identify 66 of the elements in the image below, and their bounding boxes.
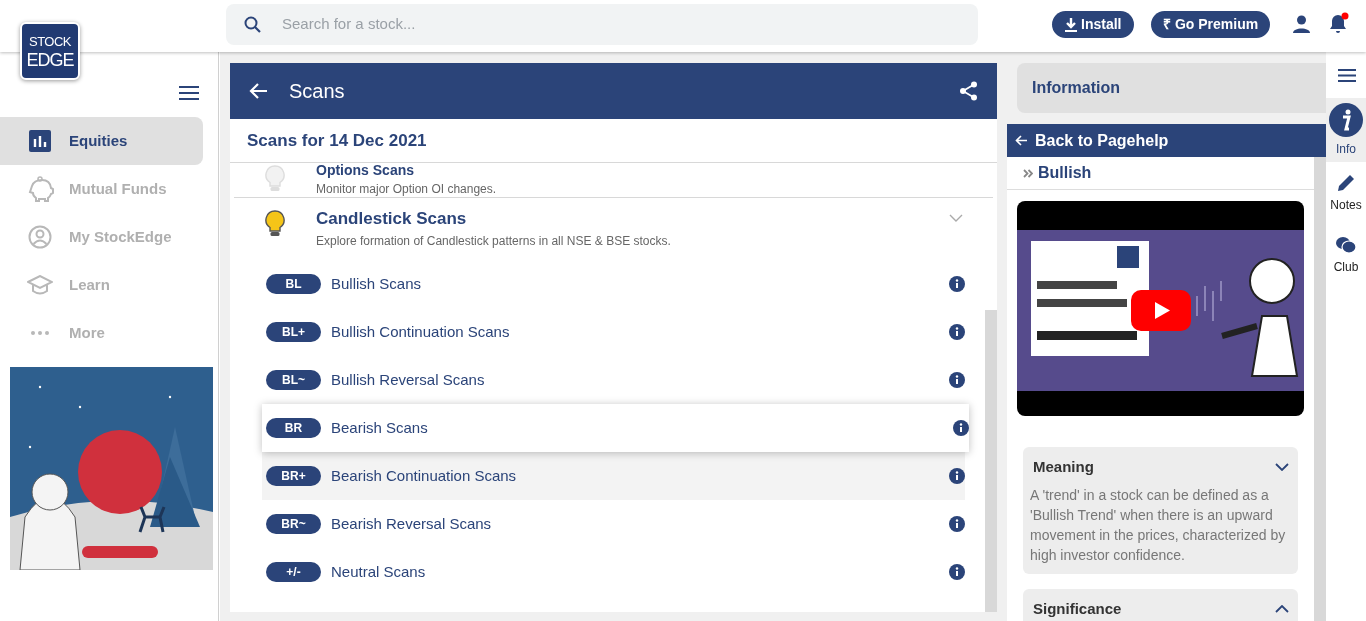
scan-name: Neutral Scans — [331, 561, 426, 582]
back-arrow-icon[interactable] — [248, 82, 268, 100]
info-icon[interactable] — [949, 372, 965, 388]
page-title: Scans — [289, 79, 345, 104]
info-icon[interactable] — [949, 324, 965, 340]
scan-list-item[interactable]: BR Bearish Scans — [262, 404, 969, 452]
scan-badge: BL~ — [266, 370, 321, 390]
lightbulb-icon — [264, 210, 286, 238]
information-heading: Information — [1017, 63, 1326, 113]
accordion-title[interactable]: Significance — [1033, 597, 1122, 620]
scan-list-item[interactable]: BR+ Bearish Continuation Scans — [262, 452, 965, 500]
download-icon — [1065, 17, 1077, 32]
search-icon — [244, 15, 262, 34]
info-icon[interactable] — [949, 516, 965, 532]
stockedge-logo[interactable]: STOCK EDGE — [20, 22, 80, 80]
scrollbar[interactable] — [1314, 157, 1326, 621]
side-rail-tab[interactable]: Notes — [1326, 162, 1366, 224]
scan-group-title[interactable]: Candlestick Scans — [316, 208, 949, 230]
menu-icon[interactable] — [179, 86, 199, 100]
menu-icon[interactable] — [1338, 69, 1356, 82]
double-chevron-icon — [1023, 168, 1033, 178]
scan-badge: BL — [266, 274, 321, 294]
scan-group-description: Explore formation of Candlestick patterns in all NSE & BSE stocks. — [316, 233, 672, 250]
scan-name: Bearish Reversal Scans — [331, 513, 492, 534]
scan-name: Bearish Continuation Scans — [331, 465, 517, 486]
share-icon[interactable] — [959, 81, 979, 101]
side-rail-tab[interactable]: Club — [1326, 224, 1366, 286]
chevron-down-icon[interactable] — [1275, 463, 1289, 472]
scans-date-heading: Scans for 14 Dec 2021 — [230, 119, 997, 163]
scan-badge: +/- — [266, 562, 321, 582]
bar-chart-icon — [28, 130, 51, 152]
scan-badge: BR — [266, 418, 321, 438]
chat-bubbles-icon — [1335, 234, 1357, 255]
play-button-icon[interactable] — [1131, 290, 1191, 331]
scan-badge: BL+ — [266, 322, 321, 342]
info-icon — [1329, 102, 1363, 137]
notification-bell-icon[interactable] — [1328, 12, 1350, 34]
accordion-body: A 'trend' in a stock can be defined as a 'Bullish Trend' when there is an upward movement in the prices, characterized by high investor confidence. — [1030, 485, 1287, 565]
user-circle-icon — [27, 225, 52, 249]
search-field[interactable]: Search for a stock... — [226, 4, 978, 45]
info-icon[interactable] — [949, 276, 965, 292]
accordion-title[interactable]: Meaning — [1033, 456, 1094, 479]
go-premium-button[interactable]: ₹ Go Premium — [1151, 11, 1271, 38]
scan-name: Bullish Scans — [331, 273, 422, 294]
scan-group-title[interactable]: Options Scans — [316, 163, 993, 178]
graduation-cap-icon — [26, 275, 53, 295]
scan-badge: BR~ — [266, 514, 321, 534]
search-input: Search for a stock... — [282, 13, 882, 36]
scan-name: Bullish Continuation Scans — [331, 321, 510, 342]
dots-icon — [29, 330, 50, 336]
scan-name: Bullish Reversal Scans — [331, 369, 485, 390]
breadcrumb: Bullish — [1038, 163, 1092, 183]
scan-badge: BR+ — [266, 466, 321, 486]
sidebar-item[interactable]: Equities — [0, 117, 203, 165]
install-button[interactable]: Install — [1052, 11, 1135, 38]
info-icon[interactable] — [949, 468, 965, 484]
back-arrow-icon — [1015, 135, 1027, 146]
scrollbar[interactable] — [985, 310, 997, 612]
info-icon[interactable] — [949, 564, 965, 580]
scan-name: Bearish Scans — [331, 417, 428, 438]
profile-icon[interactable] — [1292, 15, 1311, 33]
scan-group-description: Monitor major Option OI changes. — [316, 181, 498, 198]
info-icon[interactable] — [953, 420, 969, 436]
chevron-up-icon[interactable] — [1275, 604, 1289, 613]
pencil-icon — [1336, 172, 1356, 193]
side-rail-tab[interactable]: Info — [1326, 98, 1366, 162]
